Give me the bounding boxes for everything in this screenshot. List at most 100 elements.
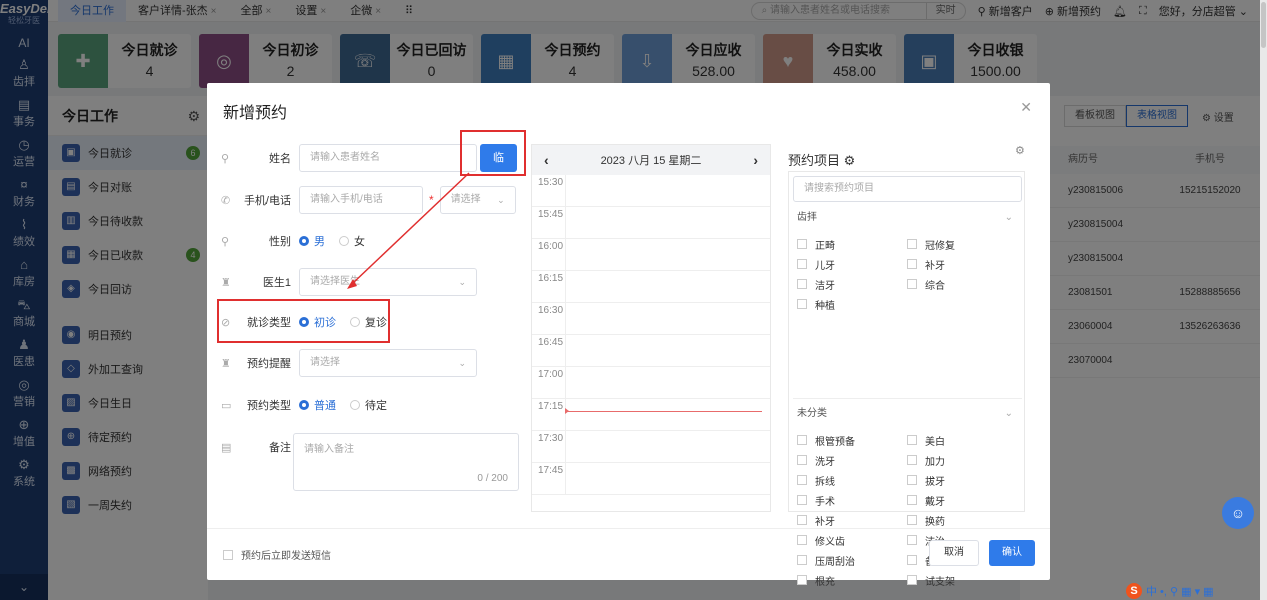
- time-slot[interactable]: 16:30: [532, 303, 770, 335]
- project-option-label: 洁牙: [815, 280, 835, 292]
- cancel-button[interactable]: 取消: [929, 540, 979, 566]
- project-option-label: 手术: [815, 496, 835, 508]
- time-label: 17:15: [532, 399, 566, 431]
- checkbox-box: [797, 475, 807, 485]
- checkbox-box: [907, 455, 917, 465]
- chevron-down-icon: ⌄: [1004, 408, 1013, 419]
- current-time-line: [566, 411, 762, 412]
- time-label: 17:30: [532, 431, 566, 463]
- project-options: 正畸 冠修复儿牙 补牙洁牙 综合种植: [797, 228, 1019, 314]
- time-label: 16:45: [532, 335, 566, 367]
- project-option-label: 加力: [925, 456, 945, 468]
- project-option-label: 洗牙: [815, 456, 835, 468]
- chevron-right-icon[interactable]: ›: [753, 152, 758, 168]
- send-sms-checkbox[interactable]: 预约后立即发送短信: [223, 547, 331, 562]
- project-checkbox[interactable]: 拆线: [797, 470, 907, 490]
- project-group-header[interactable]: 未分类 ⌄: [797, 404, 1019, 424]
- project-option-label: 美白: [925, 436, 945, 448]
- time-calendar: ‹ 2023 八月 15 星期二 › 15:30 15:45 16:00 16:15 1…: [531, 144, 771, 512]
- sogou-icon: S: [1126, 583, 1142, 599]
- time-slot[interactable]: 17:30: [532, 431, 770, 463]
- time-slot[interactable]: 16:45: [532, 335, 770, 367]
- project-checkbox[interactable]: 洗牙: [797, 450, 907, 470]
- checkbox-box: [797, 279, 807, 289]
- checkbox-box: [797, 495, 807, 505]
- project-option-label: 拔牙: [925, 476, 945, 488]
- time-label: 17:45: [532, 463, 566, 495]
- checkbox-box: [907, 259, 917, 269]
- confirm-button[interactable]: 确认: [989, 540, 1035, 566]
- project-search-input[interactable]: 请搜索预约项目: [793, 176, 1022, 202]
- support-avatar-button[interactable]: ☺: [1222, 497, 1254, 529]
- time-label: 17:00: [532, 367, 566, 399]
- project-group-name: 齿拝: [797, 212, 817, 223]
- project-checkbox[interactable]: 儿牙: [797, 254, 907, 274]
- project-group: 齿拝 ⌄ 正畸 冠修复儿牙 补牙洁牙 综合种植: [797, 208, 1019, 314]
- scrollbar-thumb[interactable]: [1261, 2, 1266, 48]
- gear-icon[interactable]: ⚙: [1015, 144, 1025, 157]
- calendar-slots: 15:30 15:45 16:00 16:15 16:30 16:45 17:00 17:15…: [532, 175, 770, 511]
- project-checkbox[interactable]: 美白: [907, 430, 1017, 450]
- checkbox-box: [907, 279, 917, 289]
- projects-panel: 请搜索预约项目 齿拝 ⌄ 正畸 冠修复 儿牙 补牙 洁牙 综合 种植 未分类 ⌄ 根管预备 美白 洗牙 加力…: [788, 171, 1025, 588]
- project-checkbox[interactable]: 综合: [907, 274, 1017, 294]
- calendar-header: ‹ 2023 八月 15 星期二 ›: [532, 145, 770, 175]
- project-checkbox[interactable]: 补牙: [907, 254, 1017, 274]
- project-checkbox[interactable]: 洁牙: [797, 274, 907, 294]
- project-checkbox[interactable]: 换药: [907, 510, 1017, 530]
- chevron-down-icon: ⌄: [1004, 212, 1013, 223]
- time-slot[interactable]: 17:15: [532, 399, 770, 431]
- chevron-left-icon[interactable]: ‹: [544, 152, 549, 168]
- time-slot[interactable]: 15:30: [532, 175, 770, 207]
- project-checkbox[interactable]: 种植: [797, 294, 907, 314]
- project-checkbox[interactable]: 戴牙: [907, 490, 1017, 510]
- checkbox-box: [797, 299, 807, 309]
- projects-title-text: 预约项目: [788, 153, 841, 168]
- checkbox-box: [797, 455, 807, 465]
- project-checkbox[interactable]: 手术: [797, 490, 907, 510]
- checkbox-box: [907, 435, 917, 445]
- checkbox-box: [797, 239, 807, 249]
- page-scrollbar[interactable]: [1260, 0, 1267, 600]
- checkbox-box: [907, 515, 917, 525]
- project-option-label: 冠修复: [925, 240, 955, 252]
- time-slot[interactable]: 17:45: [532, 463, 770, 495]
- project-option-label: 正畸: [815, 240, 835, 252]
- time-slot[interactable]: 17:00: [532, 367, 770, 399]
- checkbox-box: [797, 435, 807, 445]
- send-sms-label: 预约后立即发送短信: [241, 551, 331, 562]
- new-appointment-dialog: 新增预约 ✕ ⚲ 姓名 请输入患者姓名 临 ✆ 手机/电话 请输入手机/电话 *…: [207, 83, 1050, 588]
- project-option-label: 综合: [925, 280, 945, 292]
- checkbox-box: [907, 475, 917, 485]
- project-option-label: 补牙: [815, 516, 835, 528]
- gear-icon[interactable]: ⚙: [844, 153, 856, 168]
- project-checkbox[interactable]: 正畸: [797, 234, 907, 254]
- group-divider: [793, 398, 1022, 399]
- time-label: 16:15: [532, 271, 566, 303]
- time-slot[interactable]: 16:00: [532, 239, 770, 271]
- project-option-label: 种植: [815, 300, 835, 312]
- project-option-label: 戴牙: [925, 496, 945, 508]
- project-option-label: 拆线: [815, 476, 835, 488]
- project-checkbox[interactable]: 加力: [907, 450, 1017, 470]
- checkbox-box: [797, 259, 807, 269]
- time-label: 15:30: [532, 175, 566, 207]
- checkbox-box: [223, 549, 233, 560]
- project-checkbox[interactable]: 根管预备: [797, 430, 907, 450]
- time-slot[interactable]: 16:15: [532, 271, 770, 303]
- project-checkbox[interactable]: 拔牙: [907, 470, 1017, 490]
- project-group-header[interactable]: 齿拝 ⌄: [797, 208, 1019, 228]
- project-checkbox[interactable]: 补牙: [797, 510, 907, 530]
- project-option-label: 换药: [925, 516, 945, 528]
- calendar-date: 2023 八月 15 星期二: [600, 155, 702, 167]
- time-label: 16:30: [532, 303, 566, 335]
- project-option-label: 补牙: [925, 260, 945, 272]
- time-label: 15:45: [532, 207, 566, 239]
- project-option-label: 儿牙: [815, 260, 835, 272]
- time-slot[interactable]: 15:45: [532, 207, 770, 239]
- dialog-footer: 预约后立即发送短信 取消 确认: [207, 528, 1050, 580]
- project-checkbox[interactable]: 冠修复: [907, 234, 1017, 254]
- project-option-label: 根管预备: [815, 436, 855, 448]
- checkbox-box: [797, 515, 807, 525]
- checkbox-box: [907, 495, 917, 505]
